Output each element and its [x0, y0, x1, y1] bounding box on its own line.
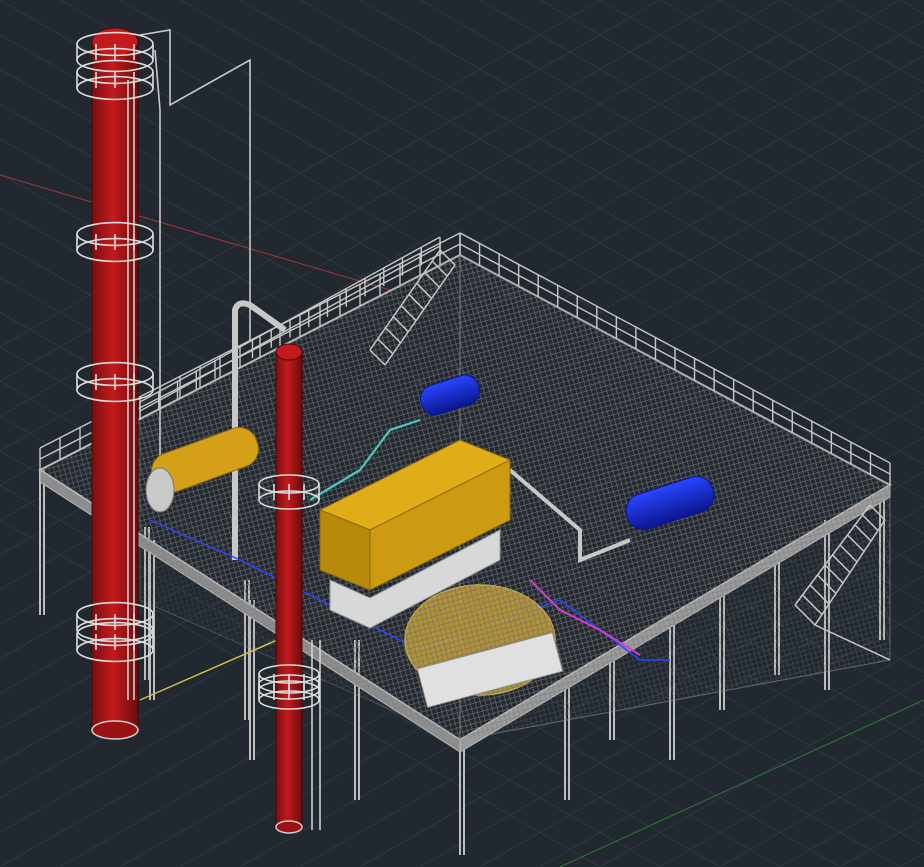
grid-line [839, 817, 924, 867]
short-column-shell [275, 351, 303, 828]
tall-column-bottom [91, 720, 139, 740]
grid-line [779, 783, 924, 867]
grid-line [899, 852, 924, 867]
cad-3d-model-view[interactable] [0, 0, 924, 867]
grid-line [899, 0, 924, 15]
short-column-bottom [275, 820, 303, 834]
short-column-top-head [275, 343, 303, 361]
cad-viewport[interactable] [0, 0, 924, 867]
horizontal-vessel-end [145, 467, 175, 513]
tall-column[interactable] [76, 27, 154, 740]
x-axis-line [0, 174, 391, 291]
grid-line [839, 0, 924, 50]
grid-line [779, 0, 924, 84]
